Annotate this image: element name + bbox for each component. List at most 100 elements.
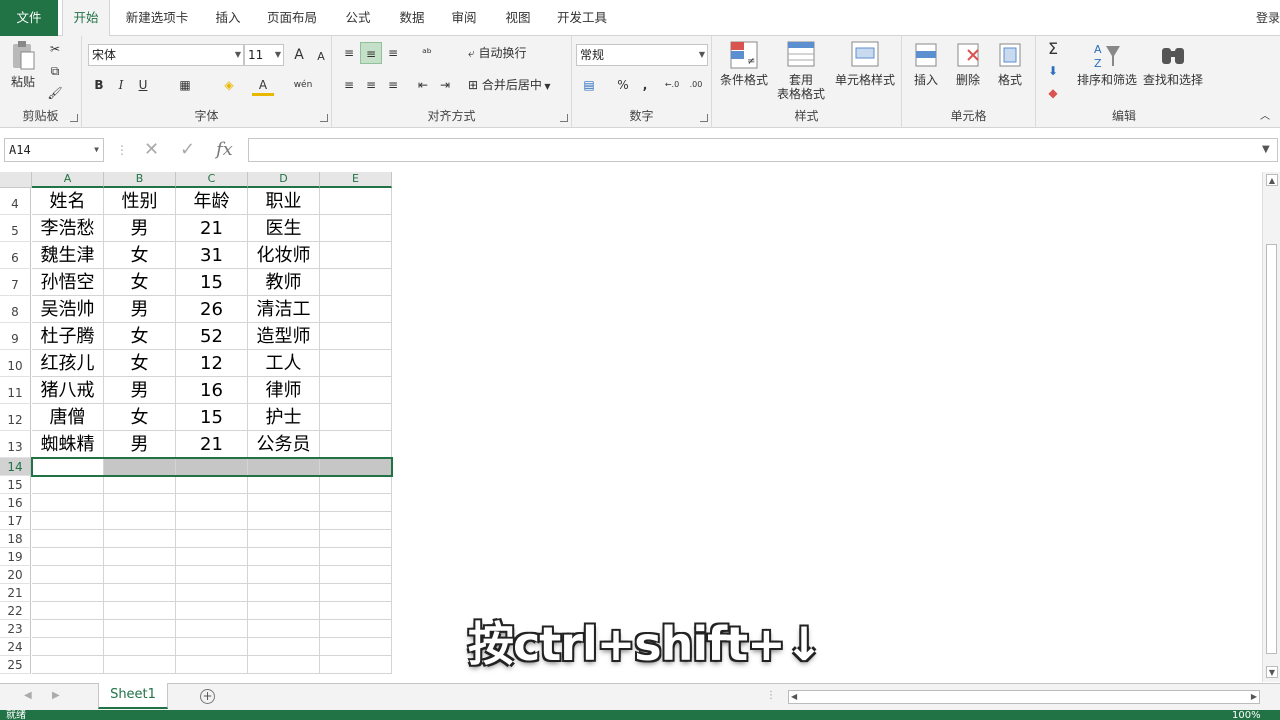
table-cell[interactable]: 杜子腾 (32, 323, 104, 350)
table-cell[interactable]: 年龄 (176, 188, 248, 215)
table-cell[interactable] (320, 269, 392, 296)
table-cell[interactable] (176, 602, 248, 620)
table-cell[interactable] (176, 584, 248, 602)
tab-home[interactable]: 开始 (62, 0, 110, 36)
table-cell[interactable] (248, 602, 320, 620)
table-cell[interactable] (248, 476, 320, 494)
horizontal-scrollbar[interactable]: ◀ ▶ (788, 690, 1260, 704)
table-cell[interactable] (176, 530, 248, 548)
table-cell[interactable] (320, 656, 392, 674)
table-cell[interactable]: 医生 (248, 215, 320, 242)
table-cell[interactable] (104, 458, 176, 476)
row-header[interactable]: 23 (0, 620, 31, 638)
table-cell[interactable] (320, 377, 392, 404)
fill-button[interactable]: ⬇ (1042, 60, 1064, 82)
table-cell[interactable]: 造型师 (248, 323, 320, 350)
row-header[interactable]: 19 (0, 548, 31, 566)
table-cell[interactable] (320, 431, 392, 458)
align-bottom-button[interactable]: ≡ (382, 42, 404, 64)
increase-indent-button[interactable]: ⇥ (434, 74, 456, 96)
table-cell[interactable] (32, 566, 104, 584)
table-cell[interactable] (320, 215, 392, 242)
table-cell[interactable] (320, 242, 392, 269)
table-cell[interactable] (320, 350, 392, 377)
table-cell[interactable] (32, 476, 104, 494)
row-header[interactable]: 5 (0, 215, 31, 242)
table-cell[interactable] (248, 584, 320, 602)
clear-button[interactable]: ◆ (1042, 82, 1064, 104)
table-cell[interactable] (104, 584, 176, 602)
tab-splitter-icon[interactable]: ⋮ (766, 690, 776, 701)
tab-review[interactable]: 审阅 (442, 0, 486, 36)
table-cell[interactable] (320, 404, 392, 431)
wrap-text-button[interactable]: ⤶ 自动换行 (468, 46, 548, 60)
table-cell[interactable] (176, 548, 248, 566)
table-cell[interactable]: 公务员 (248, 431, 320, 458)
table-cell[interactable] (176, 476, 248, 494)
table-cell[interactable]: 男 (104, 431, 176, 458)
add-sheet-icon[interactable]: + (200, 689, 215, 704)
table-cell[interactable] (32, 584, 104, 602)
table-cell[interactable] (104, 476, 176, 494)
table-cell[interactable]: 猪八戒 (32, 377, 104, 404)
table-cell[interactable] (320, 323, 392, 350)
table-cell[interactable] (248, 620, 320, 638)
table-cell[interactable]: 清洁工 (248, 296, 320, 323)
table-cell[interactable] (104, 656, 176, 674)
table-cell[interactable] (248, 656, 320, 674)
table-cell[interactable]: 男 (104, 377, 176, 404)
tab-file[interactable]: 文件 (0, 0, 58, 36)
table-cell[interactable]: 15 (176, 269, 248, 296)
table-cell[interactable] (176, 656, 248, 674)
accounting-button[interactable]: ▤ (578, 74, 600, 96)
table-cell[interactable] (248, 512, 320, 530)
format-painter-button[interactable]: 🖌 (44, 82, 66, 104)
table-cell[interactable] (320, 296, 392, 323)
row-header[interactable]: 13 (0, 431, 31, 458)
table-cell[interactable] (176, 566, 248, 584)
table-cell[interactable] (176, 458, 248, 476)
tab-new-tab[interactable]: 新建选项卡 (118, 0, 196, 36)
table-cell[interactable] (248, 458, 320, 476)
tab-page-layout[interactable]: 页面布局 (262, 0, 322, 36)
prev-sheet-icon[interactable]: ◀ (24, 690, 32, 701)
vertical-scroll-thumb[interactable] (1266, 244, 1277, 654)
table-cell[interactable]: 化妆师 (248, 242, 320, 269)
table-cell[interactable]: 女 (104, 269, 176, 296)
column-header[interactable]: B (104, 172, 176, 188)
table-cell[interactable]: 女 (104, 350, 176, 377)
sheet-tab[interactable]: Sheet1 (98, 683, 168, 709)
row-header[interactable]: 16 (0, 494, 31, 512)
confirm-edit-icon[interactable]: ✓ (180, 138, 195, 162)
scroll-down-icon[interactable]: ▼ (1266, 666, 1278, 678)
align-middle-button[interactable]: ≡ (360, 42, 382, 64)
number-format-select[interactable]: 常规 ▼ (576, 44, 708, 66)
conditional-formatting-button[interactable]: ≠ 条件格式 (716, 40, 772, 87)
table-cell[interactable]: 女 (104, 404, 176, 431)
row-header[interactable]: 12 (0, 404, 31, 431)
align-top-button[interactable]: ≡ (338, 42, 360, 64)
table-cell[interactable]: 教师 (248, 269, 320, 296)
align-right-button[interactable]: ≡ (382, 74, 404, 96)
decrease-decimal-button[interactable]: .00 (684, 74, 708, 96)
table-cell[interactable] (32, 620, 104, 638)
formula-input[interactable] (248, 138, 1278, 162)
insert-cells-button[interactable]: 插入 (908, 40, 944, 87)
format-cells-button[interactable]: 格式 (992, 40, 1028, 87)
table-cell[interactable] (320, 584, 392, 602)
row-header[interactable]: 6 (0, 242, 31, 269)
comma-button[interactable]: , (634, 74, 656, 96)
table-cell[interactable] (104, 602, 176, 620)
format-as-table-button[interactable]: 套用 表格格式 (772, 40, 830, 101)
cancel-edit-icon[interactable]: ✕ (144, 138, 159, 162)
tab-data[interactable]: 数据 (390, 0, 434, 36)
clipboard-launcher-icon[interactable] (70, 114, 78, 122)
row-header[interactable]: 20 (0, 566, 31, 584)
percent-button[interactable]: % (612, 74, 634, 96)
shrink-font-button[interactable]: A (310, 46, 332, 68)
name-box[interactable]: A14 ▼ (4, 138, 104, 162)
next-sheet-icon[interactable]: ▶ (52, 690, 60, 701)
font-color-button[interactable]: A (252, 74, 274, 96)
table-cell[interactable]: 52 (176, 323, 248, 350)
row-header[interactable]: 9 (0, 323, 31, 350)
